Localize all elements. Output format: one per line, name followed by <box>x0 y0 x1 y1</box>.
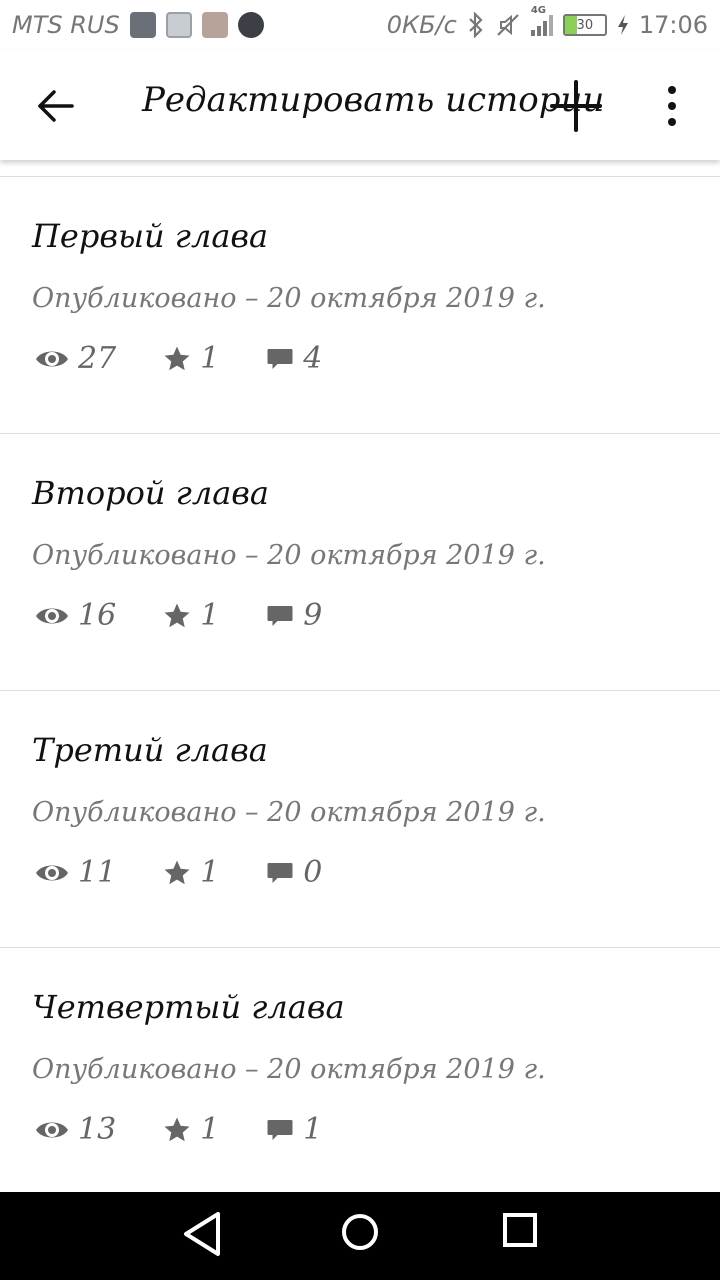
star-icon <box>164 603 190 627</box>
chapter-list: Первый глава Опубликовано – 20 октября 2… <box>0 176 720 1205</box>
chapter-stats: 11 1 0 <box>34 855 368 890</box>
network-type: 4G <box>530 5 546 16</box>
battery-level-fill <box>564 16 577 34</box>
comments-stat: 4 <box>265 341 322 376</box>
chapter-item[interactable]: Первый глава Опубликовано – 20 октября 2… <box>0 177 720 434</box>
clock: 17:06 <box>638 11 708 39</box>
charging-bolt-icon <box>617 15 628 35</box>
views-stat: 27 <box>34 341 116 376</box>
chapter-published-date: Опубликовано – 20 октября 2019 г. <box>32 1054 546 1085</box>
comments-count: 0 <box>303 855 323 890</box>
chapter-stats: 13 1 1 <box>34 1112 368 1147</box>
stars-stat: 1 <box>162 1112 219 1147</box>
comments-count: 9 <box>303 598 323 633</box>
star-icon <box>164 346 190 370</box>
stars-count: 1 <box>200 855 220 890</box>
app-bar: Редактировать истории <box>0 50 720 160</box>
comments-count: 1 <box>303 1112 323 1147</box>
bluetooth-icon <box>469 12 483 38</box>
comments-stat: 9 <box>265 598 322 633</box>
chapter-item[interactable]: Второй глава Опубликовано – 20 октября 2… <box>0 434 720 691</box>
gallery-notification-icon <box>165 12 192 38</box>
photo-notification-icon <box>201 12 228 38</box>
eye-icon <box>36 608 68 623</box>
eye-icon <box>36 865 68 880</box>
chapter-item[interactable]: Четвертый глава Опубликовано – 20 октябр… <box>0 948 720 1205</box>
eye-icon <box>36 1122 68 1137</box>
status-bar: MTS RUS 0КБ/с 4G 30 17:06 <box>0 0 720 50</box>
chapter-item[interactable]: Третий глава Опубликовано – 20 октября 2… <box>0 691 720 948</box>
page-title: Редактировать истории <box>142 80 605 120</box>
comments-count: 4 <box>303 341 323 376</box>
signal-icon: 4G <box>530 5 553 36</box>
status-left: MTS RUS <box>12 11 264 39</box>
comment-icon <box>267 348 293 369</box>
chapter-stats: 16 1 9 <box>34 598 368 633</box>
triangle-back-icon[interactable] <box>178 1206 226 1262</box>
stars-stat: 1 <box>162 855 219 890</box>
cat-app-icon <box>129 12 156 38</box>
comments-stat: 0 <box>265 855 322 890</box>
views-count: 16 <box>78 598 117 633</box>
chapter-published-date: Опубликовано – 20 октября 2019 г. <box>32 283 546 314</box>
views-stat: 11 <box>34 855 116 890</box>
chapter-title: Четвертый глава <box>32 988 345 1026</box>
plus-icon[interactable] <box>548 78 604 134</box>
circle-home-icon[interactable] <box>336 1208 384 1256</box>
carrier-name: MTS RUS <box>12 11 120 39</box>
chapter-published-date: Опубликовано – 20 октября 2019 г. <box>32 540 546 571</box>
stars-stat: 1 <box>162 598 219 633</box>
comments-stat: 1 <box>265 1112 322 1147</box>
views-stat: 13 <box>34 1112 116 1147</box>
chapter-title: Второй глава <box>32 474 269 512</box>
stars-stat: 1 <box>162 341 219 376</box>
views-count: 11 <box>78 855 117 890</box>
stars-count: 1 <box>200 598 220 633</box>
system-nav-bar <box>0 1192 720 1280</box>
star-icon <box>164 1117 190 1141</box>
views-count: 27 <box>78 341 117 376</box>
star-icon <box>164 860 190 884</box>
views-stat: 16 <box>34 598 116 633</box>
status-right: 0КБ/с 4G 30 17:06 <box>386 5 708 39</box>
comment-icon <box>267 605 293 626</box>
comment-icon <box>267 862 293 883</box>
stars-count: 1 <box>200 1112 220 1147</box>
chapter-title: Первый глава <box>32 217 269 255</box>
round-app-icon <box>237 12 264 38</box>
chapter-published-date: Опубликовано – 20 октября 2019 г. <box>32 797 546 828</box>
square-recents-icon[interactable] <box>500 1210 540 1250</box>
network-speed: 0КБ/с <box>386 11 457 39</box>
stars-count: 1 <box>200 341 220 376</box>
chapter-stats: 27 1 4 <box>34 341 368 376</box>
views-count: 13 <box>78 1112 117 1147</box>
more-vertical-icon[interactable] <box>656 82 688 130</box>
silent-icon <box>497 14 519 36</box>
battery-percent: 30 <box>576 17 594 33</box>
comment-icon <box>267 1119 293 1140</box>
battery-icon: 30 <box>562 14 607 36</box>
arrow-left-icon[interactable] <box>34 84 78 128</box>
chapter-title: Третий глава <box>32 731 268 769</box>
eye-icon <box>36 351 68 366</box>
